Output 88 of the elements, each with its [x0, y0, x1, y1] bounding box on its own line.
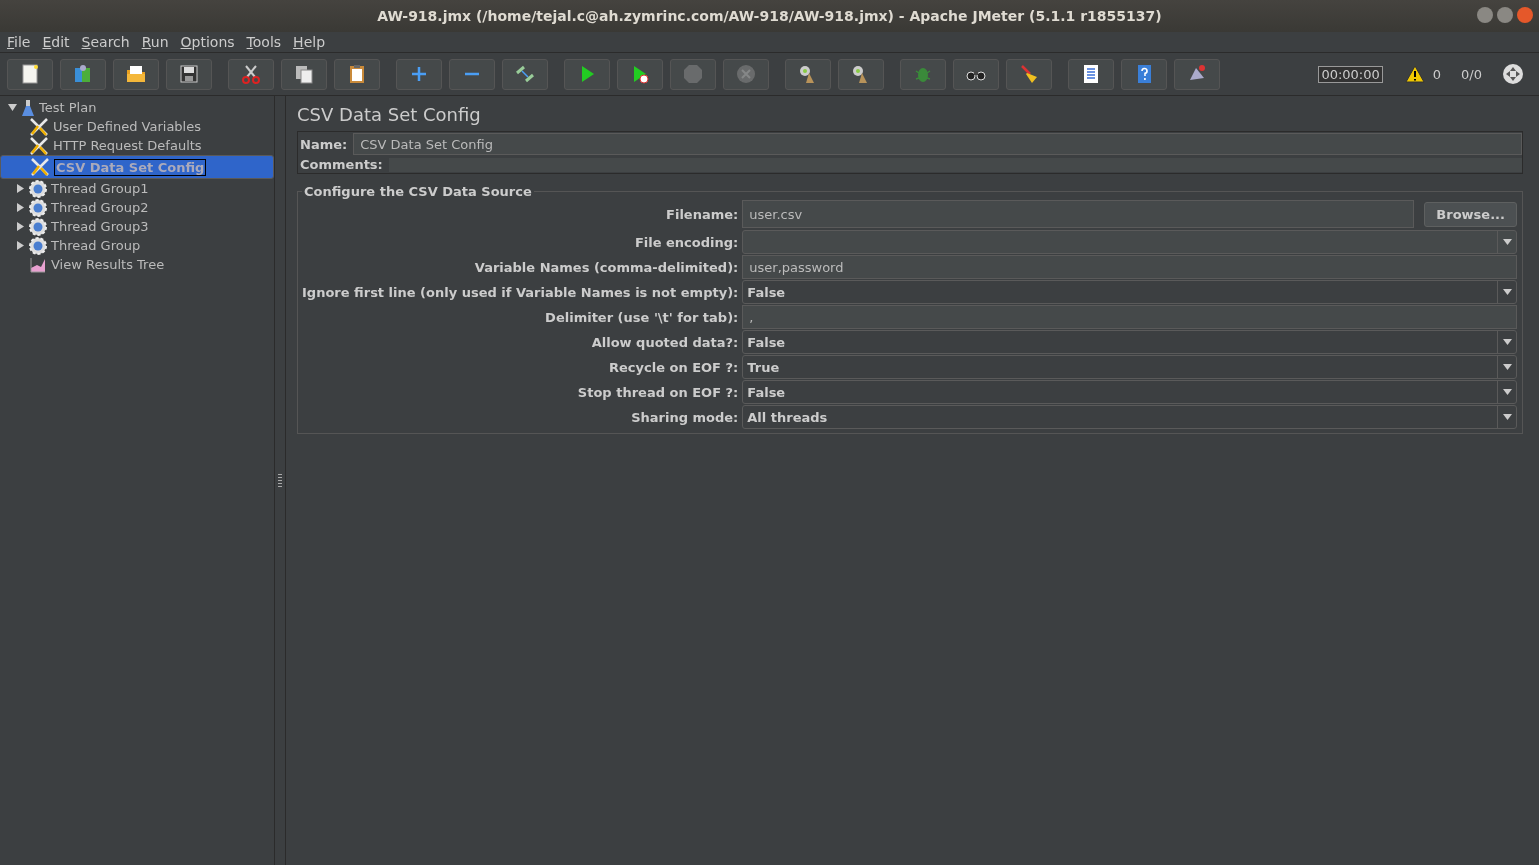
field-label: Variable Names (comma-delimited): — [473, 259, 739, 275]
dropdown-arrow-icon — [1502, 389, 1512, 395]
comments-label: Comments: — [300, 157, 383, 172]
expander-icon[interactable] — [16, 241, 25, 250]
expander-icon[interactable] — [8, 103, 17, 112]
browse-button[interactable]: Browse... — [1424, 201, 1517, 227]
tree-item[interactable]: Test Plan — [0, 98, 274, 117]
tree-item[interactable]: Thread Group — [0, 236, 274, 255]
dropdown[interactable]: False — [742, 380, 1517, 404]
menu-item[interactable]: File — [7, 34, 31, 50]
tree-item[interactable]: Thread Group2 — [0, 198, 274, 217]
expander-icon[interactable] — [16, 222, 25, 231]
dropdown[interactable]: False — [742, 280, 1517, 304]
elapsed-timer: 00:00:00 — [1318, 65, 1383, 83]
gear-icon — [29, 198, 47, 217]
menu-item[interactable]: Tools — [246, 34, 282, 50]
thread-count: 0/0 — [1461, 66, 1482, 82]
close-button[interactable] — [1517, 7, 1533, 23]
field-label: Stop thread on EOF ?: — [576, 384, 739, 400]
dropdown-arrow-icon — [1502, 239, 1512, 245]
dropdown-arrow-icon — [1502, 289, 1512, 295]
warning-count: 0 — [1432, 66, 1442, 82]
menu-item[interactable]: Edit — [42, 34, 70, 50]
clear-all-icon[interactable] — [838, 58, 884, 90]
field-label: Delimiter (use '\t' for tab): — [544, 309, 739, 325]
name-label: Name: — [300, 136, 348, 152]
field-label: Sharing mode: — [630, 409, 739, 425]
menu-item[interactable]: Help — [293, 34, 325, 50]
menu-item[interactable]: Run — [141, 34, 169, 50]
help-icon[interactable] — [1121, 58, 1167, 90]
chart-icon — [29, 255, 47, 274]
wrench-screwdriver-icon — [29, 136, 49, 155]
new-file-icon[interactable] — [7, 58, 53, 90]
dropdown-arrow-icon — [1502, 414, 1512, 420]
remote-status-icon[interactable] — [1502, 63, 1524, 85]
expander-icon[interactable] — [16, 203, 25, 212]
remote-icon[interactable] — [1174, 58, 1220, 90]
expand-icon[interactable] — [396, 58, 442, 90]
tree-item[interactable]: Thread Group3 — [0, 217, 274, 236]
tree-item[interactable]: HTTP Request Defaults — [0, 136, 274, 155]
broom-icon[interactable] — [1006, 58, 1052, 90]
menu-item[interactable]: Search — [81, 34, 130, 50]
gear-icon — [29, 217, 47, 236]
minimize-button[interactable] — [1477, 7, 1493, 23]
dropdown-arrow-icon — [1502, 364, 1512, 370]
dropdown[interactable]: True — [742, 355, 1517, 379]
toggle-icon[interactable] — [502, 58, 548, 90]
text-field[interactable]: user,password — [742, 255, 1517, 279]
dropdown[interactable]: All threads — [742, 405, 1517, 429]
maximize-button[interactable] — [1497, 7, 1513, 23]
open-folder-icon[interactable] — [113, 58, 159, 90]
comments-field[interactable] — [388, 157, 1522, 172]
bug-icon[interactable] — [900, 58, 946, 90]
expander-icon[interactable] — [16, 184, 25, 193]
tree-item[interactable]: User Defined Variables — [0, 117, 274, 136]
field-label: Filename: — [665, 206, 739, 222]
save-icon[interactable] — [166, 58, 212, 90]
filename-field[interactable]: user.csv — [742, 200, 1415, 228]
templates-icon[interactable] — [60, 58, 106, 90]
panel-title: CSV Data Set Config — [297, 104, 482, 125]
paste-icon[interactable] — [334, 58, 380, 90]
name-field[interactable]: CSV Data Set Config — [353, 133, 1522, 155]
flask-icon — [21, 98, 35, 117]
tree-item[interactable]: View Results Tree — [0, 255, 274, 274]
warning-icon[interactable] — [1404, 65, 1425, 83]
dropdown-arrow-icon — [1502, 339, 1512, 345]
window-title: AW-918.jmx (/home/tejal.c@ah.zymrinc.com/AW-918/AW-918.jmx) - Apache JMeter (5.1.1 r1855137) — [377, 8, 1162, 24]
field-label: Ignore first line (only used if Variable Names is not empty): — [302, 284, 739, 300]
search-icon[interactable] — [953, 58, 999, 90]
tree-item[interactable]: Thread Group1 — [0, 179, 274, 198]
field-label: File encoding: — [633, 234, 739, 250]
field-label: Allow quoted data?: — [590, 334, 739, 350]
copy-icon[interactable] — [281, 58, 327, 90]
start-icon[interactable] — [564, 58, 610, 90]
gear-icon — [29, 179, 47, 198]
cut-icon[interactable] — [228, 58, 274, 90]
splitter-handle[interactable] — [278, 473, 282, 488]
gear-icon — [29, 236, 47, 255]
clear-icon[interactable] — [785, 58, 831, 90]
text-field[interactable]: , — [742, 305, 1517, 329]
wrench-screwdriver-icon — [29, 117, 49, 136]
wrench-screwdriver-icon — [30, 158, 50, 176]
field-label: Recycle on EOF ?: — [607, 359, 739, 375]
function-list-icon[interactable] — [1068, 58, 1114, 90]
section-title: Configure the CSV Data Source — [303, 184, 533, 199]
start-no-pause-icon[interactable] — [617, 58, 663, 90]
dropdown[interactable]: False — [742, 330, 1517, 354]
menu-item[interactable]: Options — [180, 34, 235, 50]
